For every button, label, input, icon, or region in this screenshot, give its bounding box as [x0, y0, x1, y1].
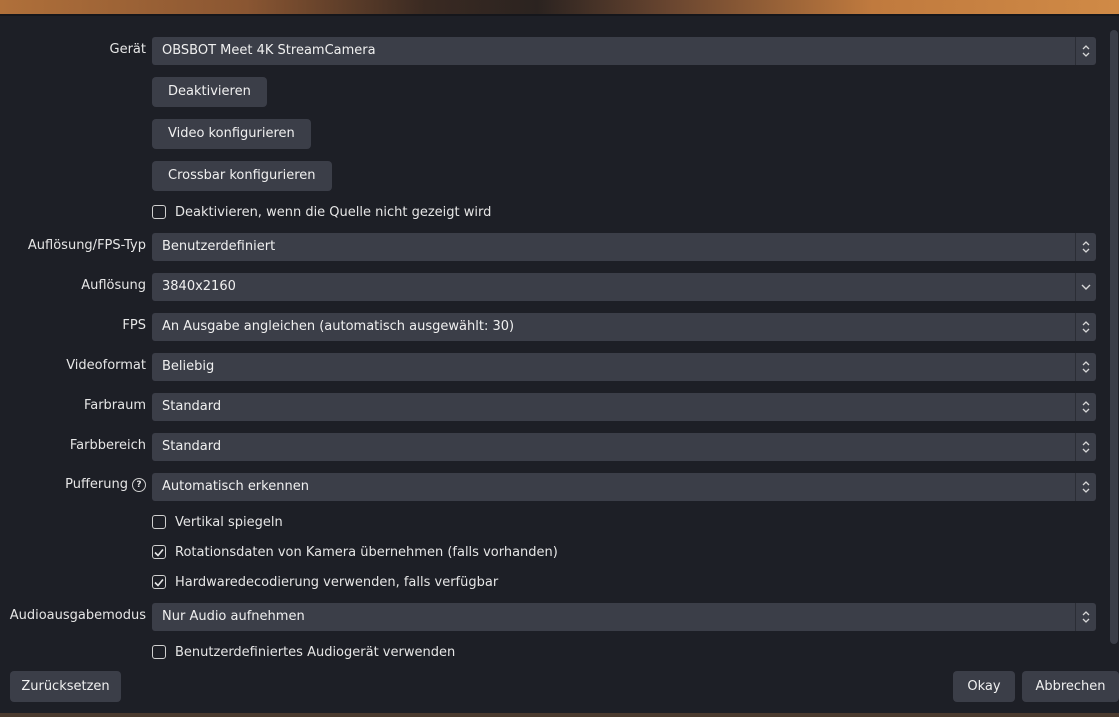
- res-fps-type-label: Auflösung/FPS-Typ: [27, 238, 146, 253]
- reset-button[interactable]: Zurücksetzen: [10, 671, 121, 702]
- device-label: Gerät: [109, 42, 146, 57]
- device-value: OBSBOT Meet 4K StreamCamera: [162, 43, 376, 58]
- flip-vertical-label: Vertikal spiegeln: [175, 514, 283, 530]
- video-format-select[interactable]: Beliebig: [152, 353, 1096, 381]
- checkbox-box[interactable]: [152, 515, 166, 529]
- audio-output-mode-select[interactable]: Nur Audio aufnehmen: [152, 603, 1096, 631]
- audio-output-mode-value: Nur Audio aufnehmen: [162, 609, 305, 624]
- device-select[interactable]: OBSBOT Meet 4K StreamCamera: [152, 37, 1096, 65]
- chevron-down-icon[interactable]: [1075, 273, 1096, 301]
- fps-select[interactable]: An Ausgabe angleichen (automatisch ausge…: [152, 313, 1096, 341]
- color-range-value: Standard: [162, 439, 222, 454]
- color-range-select[interactable]: Standard: [152, 433, 1096, 461]
- up-down-arrows-icon: [1075, 353, 1096, 381]
- custom-audio-checkbox[interactable]: Benutzerdefiniertes Audiogerät verwenden: [152, 643, 455, 661]
- res-fps-type-value: Benutzerdefiniert: [162, 239, 276, 254]
- ok-button[interactable]: Okay: [953, 671, 1015, 702]
- fps-label: FPS: [122, 318, 146, 333]
- resolution-value: 3840x2160: [162, 279, 236, 294]
- video-format-label: Videoformat: [66, 358, 146, 373]
- up-down-arrows-icon: [1075, 433, 1096, 461]
- up-down-arrows-icon: [1075, 233, 1096, 261]
- color-range-label: Farbbereich: [69, 438, 146, 453]
- color-space-label: Farbraum: [83, 398, 146, 413]
- cancel-button[interactable]: Abbrechen: [1022, 671, 1119, 702]
- deactivate-button[interactable]: Deaktivieren: [152, 77, 267, 107]
- video-format-value: Beliebig: [162, 359, 215, 374]
- res-fps-type-select[interactable]: Benutzerdefiniert: [152, 233, 1096, 261]
- buffering-value: Automatisch erkennen: [162, 479, 309, 494]
- flip-vertical-checkbox[interactable]: Vertikal spiegeln: [152, 513, 283, 531]
- rotation-data-checkbox[interactable]: Rotationsdaten von Kamera übernehmen (fa…: [152, 543, 558, 561]
- color-space-value: Standard: [162, 399, 222, 414]
- up-down-arrows-icon: [1075, 393, 1096, 421]
- rotation-data-label: Rotationsdaten von Kamera übernehmen (fa…: [175, 544, 558, 560]
- up-down-arrows-icon: [1075, 313, 1096, 341]
- deactivate-when-hidden-label: Deaktivieren, wenn die Quelle nicht geze…: [175, 204, 492, 220]
- resolution-combobox[interactable]: 3840x2160: [152, 273, 1096, 301]
- fps-value: An Ausgabe angleichen (automatisch ausge…: [162, 319, 515, 334]
- window-bottom-edge: [0, 713, 1119, 717]
- buffering-label: Pufferung: [65, 477, 128, 492]
- checkmark-icon[interactable]: [152, 545, 166, 559]
- color-space-select[interactable]: Standard: [152, 393, 1096, 421]
- custom-audio-label: Benutzerdefiniertes Audiogerät verwenden: [175, 644, 456, 660]
- checkmark-icon[interactable]: [152, 575, 166, 589]
- up-down-arrows-icon: [1075, 37, 1096, 65]
- configure-video-button[interactable]: Video konfigurieren: [152, 119, 311, 149]
- scrollbar[interactable]: [1110, 30, 1118, 644]
- resolution-label: Auflösung: [81, 278, 146, 293]
- checkbox-box[interactable]: [152, 645, 166, 659]
- audio-output-mode-label: Audioausgabemodus: [9, 608, 146, 623]
- checkbox-box[interactable]: [152, 205, 166, 219]
- up-down-arrows-icon: [1075, 473, 1096, 501]
- help-icon[interactable]: ?: [132, 477, 146, 492]
- buffering-select[interactable]: Automatisch erkennen: [152, 473, 1096, 501]
- deactivate-when-hidden-checkbox[interactable]: Deaktivieren, wenn die Quelle nicht geze…: [152, 203, 491, 221]
- buffering-label-row: Pufferung?: [65, 477, 146, 492]
- configure-crossbar-button[interactable]: Crossbar konfigurieren: [152, 161, 332, 191]
- hw-decoding-label: Hardwaredecodierung verwenden, falls ver…: [175, 574, 499, 590]
- hw-decoding-checkbox[interactable]: Hardwaredecodierung verwenden, falls ver…: [152, 573, 498, 591]
- up-down-arrows-icon: [1075, 603, 1096, 631]
